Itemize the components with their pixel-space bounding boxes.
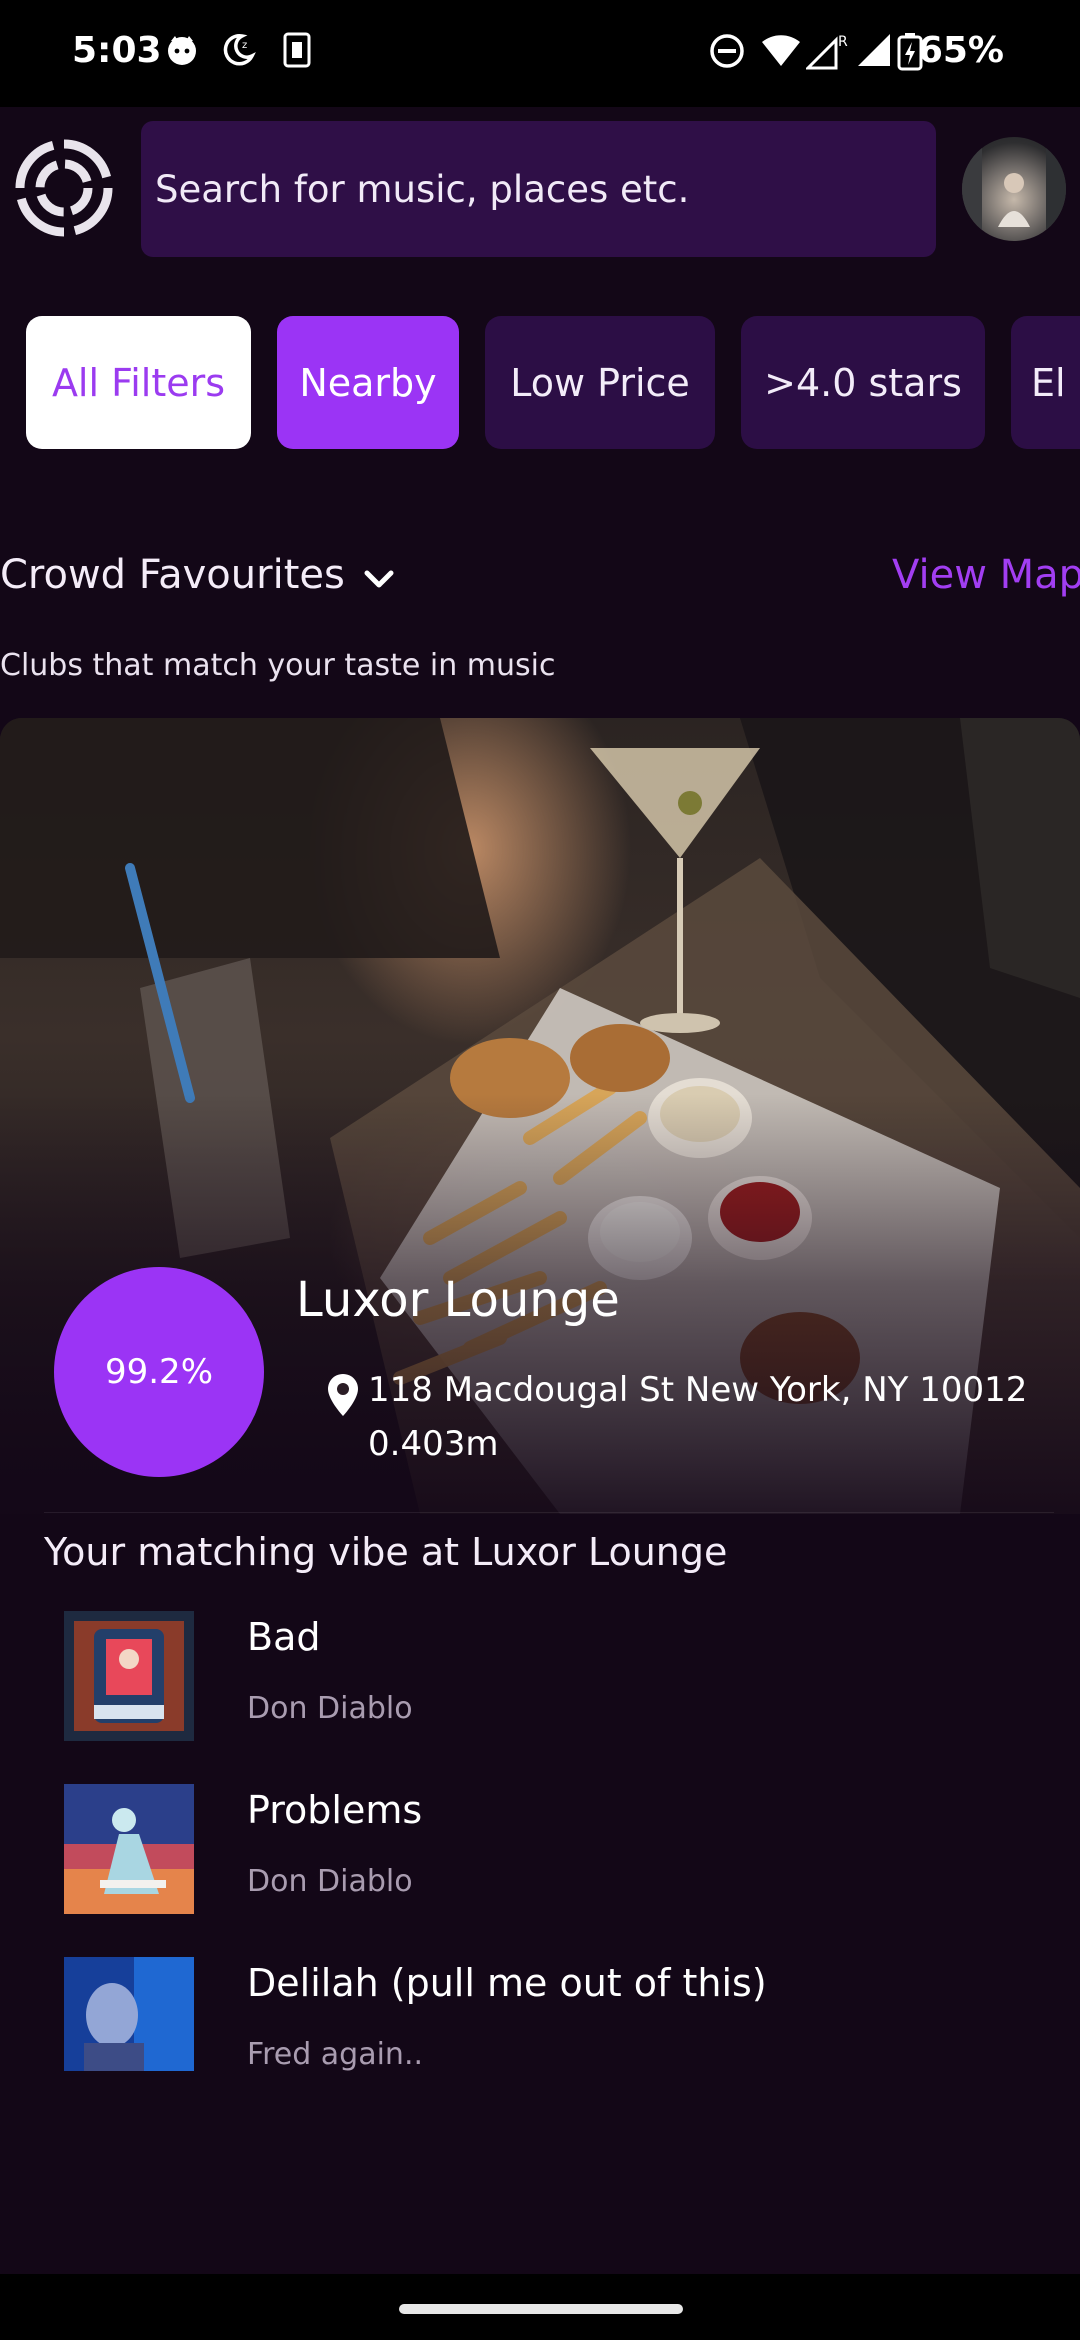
avatar-photo [962, 137, 1066, 241]
status-time: 5:03 [72, 30, 162, 71]
section-dropdown[interactable]: Crowd Favourites [0, 552, 397, 598]
chip-label: Low Price [510, 360, 690, 405]
chip-label: El [1031, 360, 1066, 405]
app-screen: 5:03 z R 65% Search for music, places et… [0, 0, 1080, 2340]
filter-low-price-chip[interactable]: Low Price [485, 316, 715, 449]
dnd-icon [710, 34, 744, 68]
search-input[interactable]: Search for music, places etc. [141, 121, 936, 257]
svg-text:R: R [838, 34, 848, 50]
night-mode-icon: z [223, 34, 256, 66]
match-percentage-badge: 99.2% [54, 1267, 264, 1477]
filter-all-filters-chip[interactable]: All Filters [26, 316, 251, 449]
track-title: Problems [247, 1788, 423, 1832]
track-item[interactable]: Bad Don Diablo [64, 1611, 1024, 1751]
section-subtitle: Clubs that match your taste in music [0, 648, 556, 683]
album-art [64, 1957, 194, 2071]
sim-card-icon [283, 32, 311, 68]
album-art [64, 1611, 194, 1741]
section-title: Crowd Favourites [0, 552, 345, 598]
track-item[interactable]: Problems Don Diablo [64, 1784, 1024, 1924]
chip-label: All Filters [51, 360, 226, 405]
status-bar: 5:03 z R 65% [0, 0, 1080, 107]
track-artist: Fred again.. [247, 2037, 424, 2072]
chip-label: Nearby [299, 360, 437, 405]
signal-icon [858, 34, 890, 66]
match-percentage: 99.2% [104, 1352, 213, 1392]
github-icon [168, 36, 196, 65]
filter-chips: All Filters Nearby Low Price >4.0 stars … [0, 316, 1080, 449]
filter-rating-chip[interactable]: >4.0 stars [741, 316, 985, 449]
track-artist: Don Diablo [247, 1864, 413, 1899]
chip-label: >4.0 stars [764, 360, 962, 405]
venue-distance: 0.403m [368, 1424, 499, 1464]
divider [44, 1512, 1054, 1513]
filter-nearby-chip[interactable]: Nearby [277, 316, 459, 449]
album-art [64, 1784, 194, 1914]
location-pin-icon [328, 1374, 358, 1416]
view-map-link[interactable]: View Map [892, 552, 1080, 598]
profile-avatar[interactable] [962, 137, 1066, 241]
chevron-down-icon [364, 570, 394, 588]
track-title: Bad [247, 1615, 321, 1659]
track-item[interactable]: Delilah (pull me out of this) Fred again… [64, 1957, 1024, 2097]
svg-text:z: z [242, 40, 247, 51]
filter-more-chip[interactable]: El [1011, 316, 1080, 449]
venue-address: 118 Macdougal St New York, NY 10012 [368, 1370, 1028, 1410]
signal-roaming-icon: R [806, 34, 848, 70]
battery-percentage: 65% [917, 30, 1004, 71]
home-indicator[interactable] [399, 2304, 683, 2314]
wifi-icon [762, 35, 800, 66]
track-artist: Don Diablo [247, 1691, 413, 1726]
search-placeholder: Search for music, places etc. [155, 167, 690, 211]
track-title: Delilah (pull me out of this) [247, 1961, 767, 2005]
app-logo-icon[interactable] [14, 138, 114, 238]
vibe-title: Your matching vibe at Luxor Lounge [44, 1530, 728, 1574]
venue-name[interactable]: Luxor Lounge [296, 1272, 620, 1328]
